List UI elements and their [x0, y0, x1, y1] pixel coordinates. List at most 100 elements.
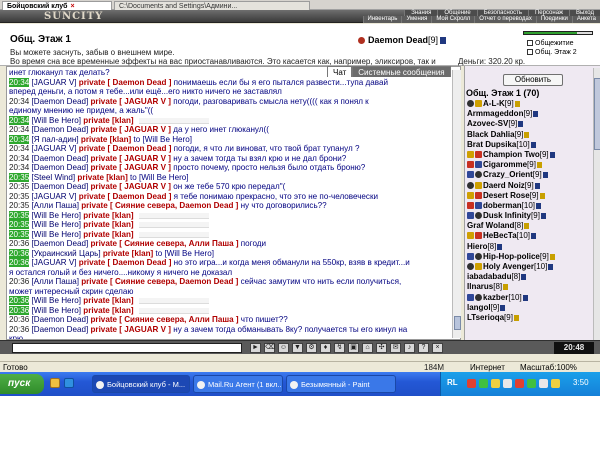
info-icon[interactable] — [497, 243, 503, 250]
user-list-scroll-thumb[interactable] — [594, 78, 600, 150]
chat-private-recipients[interactable]: private [klan] — [103, 249, 153, 258]
online-user[interactable]: Black Dahlia[9] — [465, 130, 593, 140]
inventory-icon[interactable]: ▣ — [348, 343, 359, 353]
user-name[interactable]: HeBecTa — [483, 231, 517, 240]
user-name[interactable]: Desert Rose — [483, 191, 530, 200]
info-icon[interactable] — [534, 182, 540, 189]
chat-private-recipients[interactable]: private [ JAGUAR V ] — [90, 182, 171, 191]
chat-sender[interactable]: [Steel Wind] — [32, 173, 76, 182]
online-user[interactable]: Brat Dupsika[10] — [465, 140, 593, 150]
info-icon[interactable] — [500, 304, 506, 311]
online-user[interactable]: Armmageddon[9] — [465, 109, 593, 119]
chat-sender[interactable]: [Алли Паша] — [32, 277, 79, 286]
clear-icon[interactable]: ⌫ — [264, 343, 275, 353]
online-user[interactable]: langol[9] — [465, 303, 593, 313]
settings-icon[interactable]: ⚙ — [306, 343, 317, 353]
user-name[interactable]: Holy Avenger — [483, 262, 534, 271]
browser-icon[interactable] — [64, 378, 74, 388]
user-name[interactable]: A-L-K — [483, 99, 505, 108]
online-user[interactable]: A-L-K[9] — [465, 99, 593, 109]
chat-private-recipients[interactable]: private [ Сияние севера, Daemon Dead ] — [81, 277, 238, 286]
chat-message-input[interactable] — [12, 343, 242, 353]
player-info[interactable]: Daemon Dead[9] — [358, 35, 447, 45]
info-icon[interactable] — [521, 274, 527, 281]
chat-sender[interactable]: [Я пал-адин] — [32, 135, 79, 144]
chat-sender[interactable]: [Daemon Dead] — [32, 182, 89, 191]
messenger-icon[interactable] — [491, 379, 500, 388]
user-name[interactable]: kazber — [483, 293, 508, 302]
user-name[interactable]: LTserioqa — [467, 313, 504, 322]
submenu-item[interactable]: Инвентарь — [362, 16, 402, 23]
tray-app-icon[interactable] — [539, 379, 548, 388]
user-list-scrollbar[interactable] — [593, 68, 600, 342]
chat-sender[interactable]: [Will Be Hero] — [32, 116, 81, 125]
online-user[interactable]: Crazy_Orient[9] — [465, 170, 593, 180]
info-icon[interactable] — [549, 151, 555, 158]
chat-private-recipients[interactable]: private [klan] — [83, 306, 133, 315]
online-user[interactable]: Graf Woland[8] — [465, 221, 593, 231]
info-icon[interactable] — [518, 121, 524, 128]
tray-app-icon[interactable] — [527, 379, 536, 388]
chat-private-recipients[interactable]: private [ JAGUAR V ] — [90, 163, 171, 172]
chat-private-recipients[interactable]: private [klan] — [83, 220, 133, 229]
chat-sender[interactable]: [Daemon Dead] — [32, 315, 89, 324]
browser-tab-inactive[interactable]: C:\Documents and Settings\Админи... — [114, 1, 310, 10]
update-icon[interactable] — [515, 379, 524, 388]
chat-sender[interactable]: [Украинский Царь] — [32, 249, 101, 258]
room-link-floor-2[interactable]: Общ. Этаж 2 — [527, 49, 577, 56]
chat-private-recipients[interactable]: private [ JAGUAR V ] — [90, 97, 171, 106]
taskbar-item-mail-agent[interactable]: Mail.Ru Агент (1 вкл... — [193, 375, 283, 393]
chat-sender[interactable]: [Will Be Hero] — [32, 306, 81, 315]
chat-sender[interactable]: [JAGUAR V] — [32, 258, 77, 267]
online-user[interactable]: Cigaromme[9] — [465, 160, 593, 170]
language-indicator[interactable]: RL — [447, 378, 458, 387]
online-user[interactable]: Hiero[8] — [465, 242, 593, 252]
info-icon[interactable] — [522, 294, 528, 301]
info-icon[interactable] — [524, 131, 530, 138]
help-icon[interactable]: ? — [418, 343, 429, 353]
tab-system-messages[interactable]: Системные сообщения — [352, 66, 451, 77]
user-name[interactable]: doberman — [483, 201, 522, 210]
chat-sender[interactable]: [Daemon Dead] — [32, 163, 89, 172]
taskbar-item-paint[interactable]: Безымянный - Paint — [286, 375, 396, 393]
user-name[interactable]: Ilnarus — [467, 282, 493, 291]
user-name[interactable]: Cigaromme — [483, 160, 527, 169]
chat-private-recipients[interactable]: private [ Сияние севера, Алли Паша ] — [90, 315, 238, 324]
exit-icon[interactable]: × — [432, 343, 443, 353]
person-icon[interactable]: ♦ — [320, 343, 331, 353]
user-name[interactable]: Dusk Infinity — [483, 211, 531, 220]
taskbar-item-browser[interactable]: Бойцовский клуб - М... — [92, 375, 190, 393]
info-icon[interactable] — [440, 37, 447, 44]
chat-private-recipients[interactable]: private [ JAGUAR V ] — [90, 154, 171, 163]
network-icon[interactable] — [479, 379, 488, 388]
user-name[interactable]: Crazy_Orient — [483, 170, 533, 179]
chat-scroll-thumb[interactable] — [454, 316, 461, 330]
chat-private-recipients[interactable]: private [klan] — [77, 173, 127, 182]
user-name[interactable]: Brat Dupsika — [467, 140, 516, 149]
chat-sender[interactable]: [Daemon Dead] — [32, 97, 89, 106]
online-user[interactable]: doberman[10] — [465, 201, 593, 211]
chat-private-recipients[interactable]: private [klan] — [81, 135, 131, 144]
info-icon[interactable] — [531, 233, 536, 240]
chat-sender[interactable]: [Daemon Dead] — [32, 154, 89, 163]
info-icon[interactable] — [549, 253, 555, 260]
info-icon[interactable] — [524, 223, 530, 230]
browser-tab-active[interactable]: Бойцовский клуб × — [2, 1, 112, 10]
user-name[interactable]: Daerd Noiz — [483, 181, 525, 190]
antivirus-icon[interactable] — [467, 379, 476, 388]
online-user[interactable]: Daerd Noiz[9] — [465, 181, 593, 191]
online-user[interactable]: iabadabadu[8] — [465, 272, 593, 282]
info-icon[interactable] — [540, 213, 546, 220]
tab-chat[interactable]: Чат — [327, 66, 353, 77]
chat-sender[interactable]: [Will Be Hero] — [32, 211, 81, 220]
info-icon[interactable] — [542, 172, 548, 179]
submenu-item[interactable]: Анкета — [571, 16, 600, 23]
folder-icon[interactable] — [50, 378, 60, 388]
chat-private-recipients[interactable]: private [ Daemon Dead ] — [79, 144, 172, 153]
online-user[interactable]: kazber[10] — [465, 293, 593, 303]
user-name[interactable]: Black Dahlia — [467, 130, 515, 139]
user-name[interactable]: iabadabadu — [467, 272, 511, 281]
online-user[interactable]: Desert Rose[9] — [465, 191, 593, 201]
submenu-item[interactable]: Отчет о переводах — [474, 16, 536, 23]
user-name[interactable]: Armmageddon — [467, 109, 523, 118]
